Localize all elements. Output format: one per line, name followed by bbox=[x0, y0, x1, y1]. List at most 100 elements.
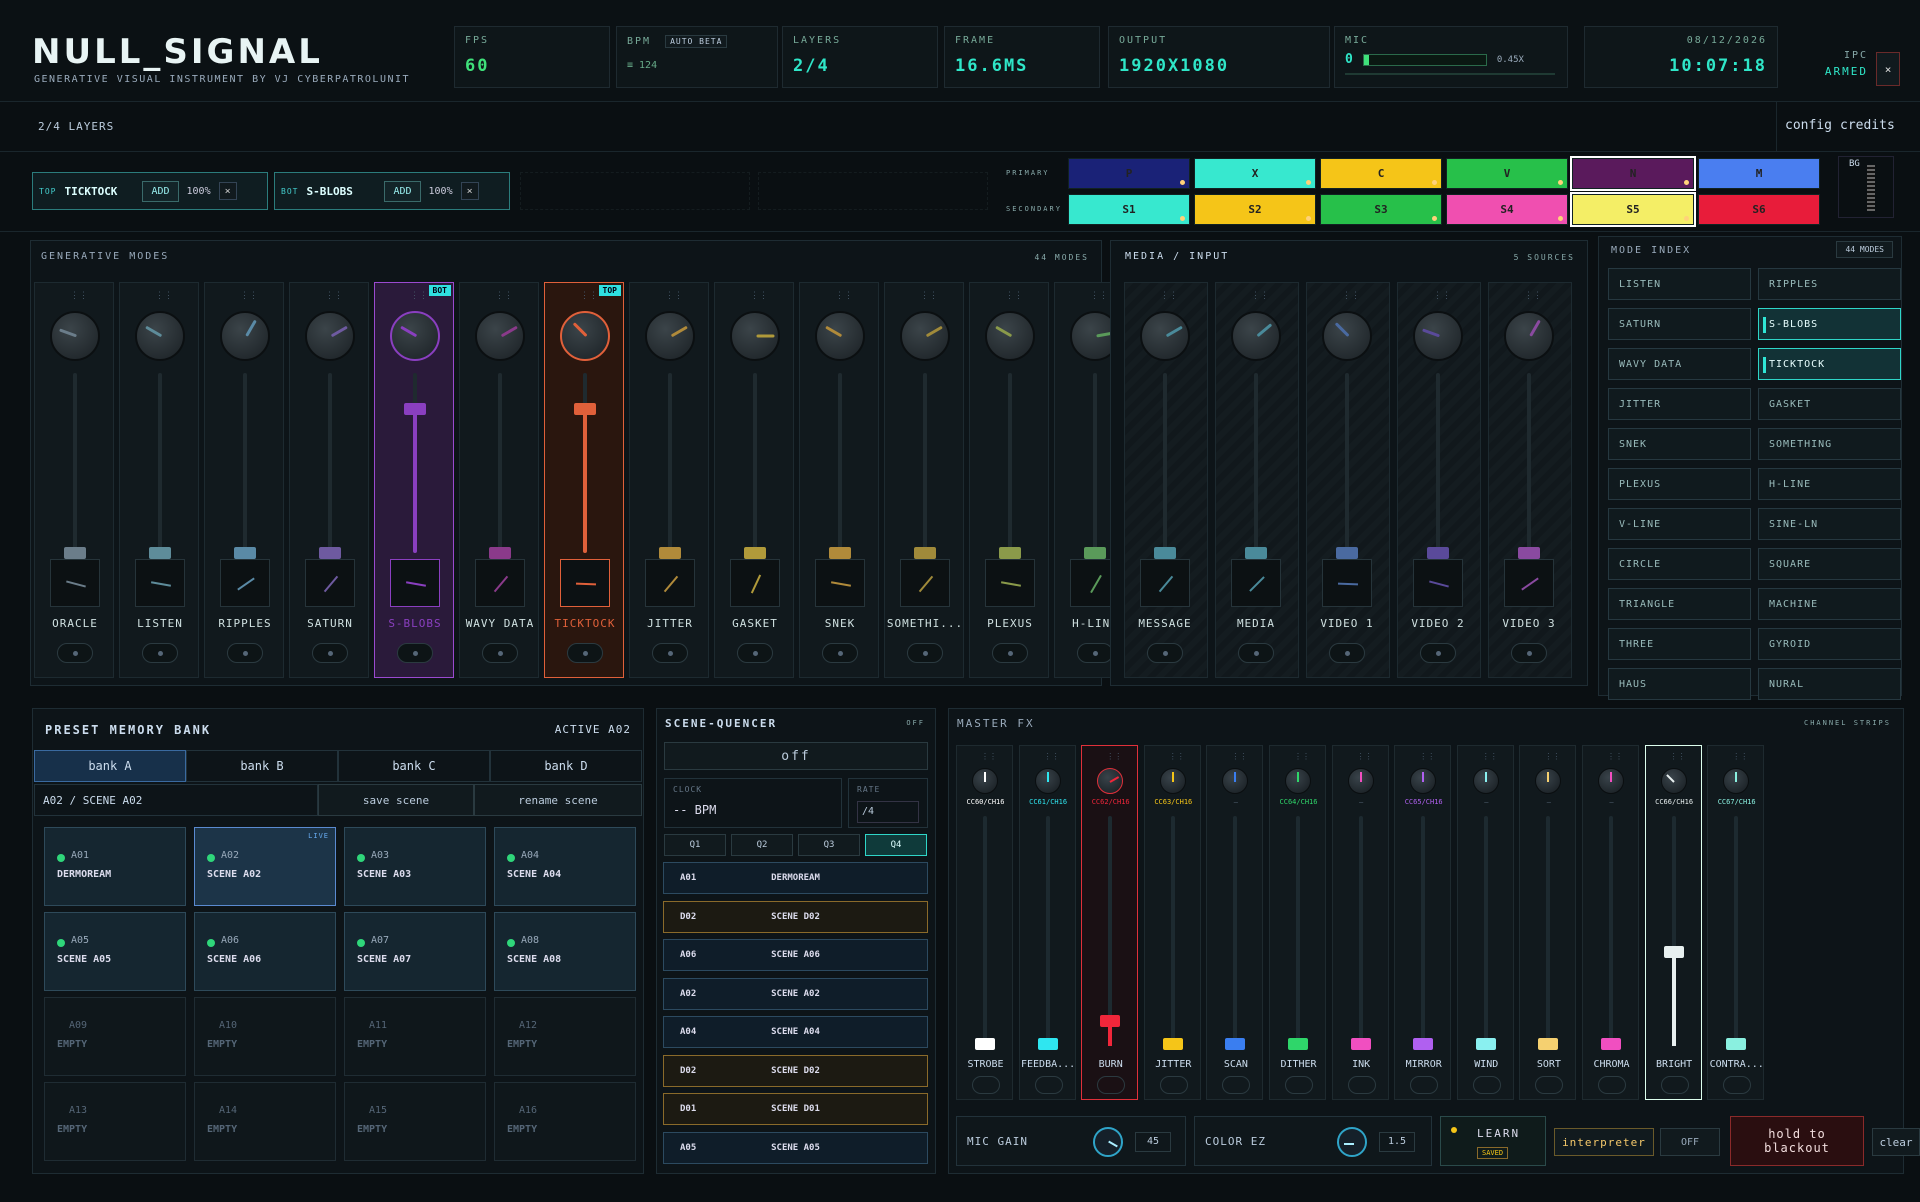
fx-knob[interactable] bbox=[1034, 768, 1061, 794]
clear-button[interactable]: clear bbox=[1872, 1128, 1920, 1156]
fx-fader-handle[interactable] bbox=[1413, 1038, 1434, 1050]
fx-channel-strip[interactable]: ⋮⋮ — INK bbox=[1331, 745, 1389, 1100]
q-button-4[interactable]: Q4 bbox=[865, 834, 927, 856]
fx-toggle-button[interactable] bbox=[1472, 1076, 1501, 1094]
fx-fader-handle[interactable] bbox=[975, 1038, 995, 1050]
mode-index-item[interactable]: CIRCLE bbox=[1608, 548, 1751, 580]
channel-strip[interactable]: ⋮⋮ VIDEO 1 bbox=[1306, 282, 1390, 678]
fx-channel-strip[interactable]: ⋮⋮ CC67/CH16 CONTRA... bbox=[1707, 745, 1765, 1100]
preset-slot[interactable]: A09 EMPTY bbox=[44, 997, 186, 1076]
sequencer-off-button[interactable]: off bbox=[664, 742, 928, 770]
drag-handle-icon[interactable]: ⋮⋮ bbox=[750, 291, 768, 301]
fx-fader-handle[interactable] bbox=[1475, 1038, 1496, 1050]
xy-pad[interactable] bbox=[1322, 559, 1372, 607]
layer-slot-bottom[interactable]: BOT S-BLOBS ADD 100% × bbox=[274, 172, 510, 210]
strip-knob[interactable] bbox=[900, 311, 950, 361]
fx-channel-strip[interactable]: ⋮⋮ CC60/CH16 STROBE bbox=[956, 745, 1013, 1100]
xy-pad[interactable] bbox=[1140, 559, 1190, 607]
drag-handle-icon[interactable]: ⋮⋮ bbox=[240, 291, 258, 301]
sequence-row[interactable]: D02 SCENE D02 bbox=[663, 1054, 928, 1087]
fx-toggle-button[interactable] bbox=[1285, 1076, 1313, 1094]
channel-strip[interactable]: ⋮⋮ GASKET bbox=[714, 282, 794, 678]
fx-knob[interactable] bbox=[1723, 768, 1750, 794]
mode-index-item[interactable]: SNEK bbox=[1608, 428, 1751, 460]
preset-slot[interactable]: A06 SCENE A06 bbox=[194, 912, 336, 991]
drag-handle-icon[interactable]: ⋮⋮ bbox=[580, 291, 598, 301]
fx-channel-strip[interactable]: ⋮⋮ — SCAN bbox=[1206, 745, 1264, 1100]
xy-pad[interactable] bbox=[220, 559, 270, 607]
preset-slot[interactable]: A14 EMPTY bbox=[194, 1082, 336, 1161]
strip-knob[interactable] bbox=[815, 311, 865, 361]
fx-knob[interactable] bbox=[1097, 768, 1124, 794]
primary-swatch-3[interactable]: C bbox=[1320, 158, 1442, 189]
fader-handle[interactable] bbox=[64, 547, 86, 559]
drag-handle-icon[interactable]: ⋮⋮ bbox=[835, 291, 853, 301]
empty-layer-slot[interactable] bbox=[520, 172, 750, 210]
fader-handle[interactable] bbox=[489, 547, 511, 559]
xy-pad[interactable] bbox=[645, 559, 695, 607]
slot-opacity[interactable]: 100% bbox=[187, 186, 211, 197]
fx-fader-handle[interactable] bbox=[1100, 1015, 1121, 1027]
fader-handle[interactable] bbox=[404, 403, 426, 415]
preset-slot[interactable]: A04 SCENE A04 bbox=[494, 827, 636, 906]
bank-tab-3[interactable]: bank C bbox=[338, 750, 490, 782]
channel-strip[interactable]: ⋮⋮ JITTER bbox=[629, 282, 709, 678]
color-ez-knob[interactable] bbox=[1337, 1127, 1367, 1157]
preset-slot[interactable]: A02 SCENE A02 LIVE bbox=[194, 827, 336, 906]
drag-handle-icon[interactable]: ⋮⋮ bbox=[1169, 752, 1185, 761]
q-button-1[interactable]: Q1 bbox=[664, 834, 726, 856]
mode-index-item[interactable]: WAVY DATA bbox=[1608, 348, 1751, 380]
channel-strip[interactable]: ⋮⋮ SOMETHI... bbox=[884, 282, 964, 678]
drag-handle-icon[interactable]: ⋮⋮ bbox=[1433, 291, 1451, 301]
mode-index-item[interactable]: SOMETHING bbox=[1758, 428, 1901, 460]
strip-toggle-button[interactable] bbox=[907, 643, 943, 663]
fader-handle[interactable] bbox=[999, 547, 1021, 559]
xy-pad[interactable] bbox=[1413, 559, 1463, 607]
fx-knob[interactable] bbox=[1347, 768, 1374, 794]
mode-index-item[interactable]: V-LINE bbox=[1608, 508, 1751, 540]
color-ez-value[interactable]: 1.5 bbox=[1379, 1132, 1415, 1152]
channel-strip[interactable]: ⋮⋮ SATURN bbox=[289, 282, 369, 678]
strip-knob[interactable] bbox=[645, 311, 695, 361]
interpreter-off-button[interactable]: OFF bbox=[1660, 1128, 1720, 1156]
fx-toggle-button[interactable] bbox=[972, 1076, 1000, 1094]
ipc-close-button[interactable]: × bbox=[1876, 52, 1900, 86]
strip-knob[interactable] bbox=[390, 311, 440, 361]
channel-strip[interactable]: ⋮⋮ LISTEN bbox=[119, 282, 199, 678]
drag-handle-icon[interactable]: ⋮⋮ bbox=[1544, 752, 1560, 761]
mode-index-item[interactable]: S-BLOBS bbox=[1758, 308, 1901, 340]
fx-channel-strip[interactable]: ⋮⋮ CC64/CH16 DITHER bbox=[1269, 745, 1326, 1100]
primary-swatch-1[interactable]: P bbox=[1068, 158, 1190, 189]
strip-toggle-button[interactable] bbox=[312, 643, 348, 663]
drag-handle-icon[interactable]: ⋮⋮ bbox=[1670, 752, 1686, 761]
mode-index-item[interactable]: THREE bbox=[1608, 628, 1751, 660]
mic-gain-value[interactable]: 45 bbox=[1135, 1132, 1171, 1152]
preset-slot[interactable]: A13 EMPTY bbox=[44, 1082, 186, 1161]
mode-index-item[interactable]: PLEXUS bbox=[1608, 468, 1751, 500]
slot-remove-button[interactable]: × bbox=[218, 182, 237, 200]
preset-slot[interactable]: A01 DERMOREAM bbox=[44, 827, 186, 906]
strip-toggle-button[interactable] bbox=[397, 643, 433, 663]
drag-handle-icon[interactable]: ⋮⋮ bbox=[1160, 291, 1178, 301]
bank-tab-4[interactable]: bank D bbox=[490, 750, 642, 782]
secondary-swatch-4[interactable]: S4 bbox=[1446, 194, 1568, 225]
secondary-swatch-5[interactable]: S5 bbox=[1570, 192, 1696, 227]
drag-handle-icon[interactable]: ⋮⋮ bbox=[1044, 752, 1060, 761]
primary-swatch-6[interactable]: M bbox=[1698, 158, 1820, 189]
fx-knob[interactable] bbox=[1598, 768, 1624, 794]
channel-strip[interactable]: ⋮⋮ SNEK bbox=[799, 282, 879, 678]
sequence-row[interactable]: D02 SCENE D02 bbox=[663, 900, 928, 933]
secondary-swatch-1[interactable]: S1 bbox=[1068, 194, 1190, 225]
xy-pad[interactable] bbox=[475, 559, 525, 607]
fx-toggle-button[interactable] bbox=[1535, 1076, 1564, 1094]
drag-handle-icon[interactable]: ⋮⋮ bbox=[1342, 291, 1360, 301]
fx-fader-handle[interactable] bbox=[1601, 1038, 1621, 1050]
fx-toggle-button[interactable] bbox=[1723, 1076, 1752, 1094]
drag-handle-icon[interactable]: ⋮⋮ bbox=[1607, 752, 1623, 761]
channel-strip[interactable]: ⋮⋮ MEDIA bbox=[1215, 282, 1299, 678]
learn-button[interactable]: LEARN SAVED bbox=[1440, 1116, 1546, 1166]
fader-handle[interactable] bbox=[234, 547, 256, 559]
strip-knob[interactable] bbox=[1413, 311, 1463, 361]
fader-handle[interactable] bbox=[1084, 547, 1106, 559]
xy-pad[interactable] bbox=[1231, 559, 1281, 607]
